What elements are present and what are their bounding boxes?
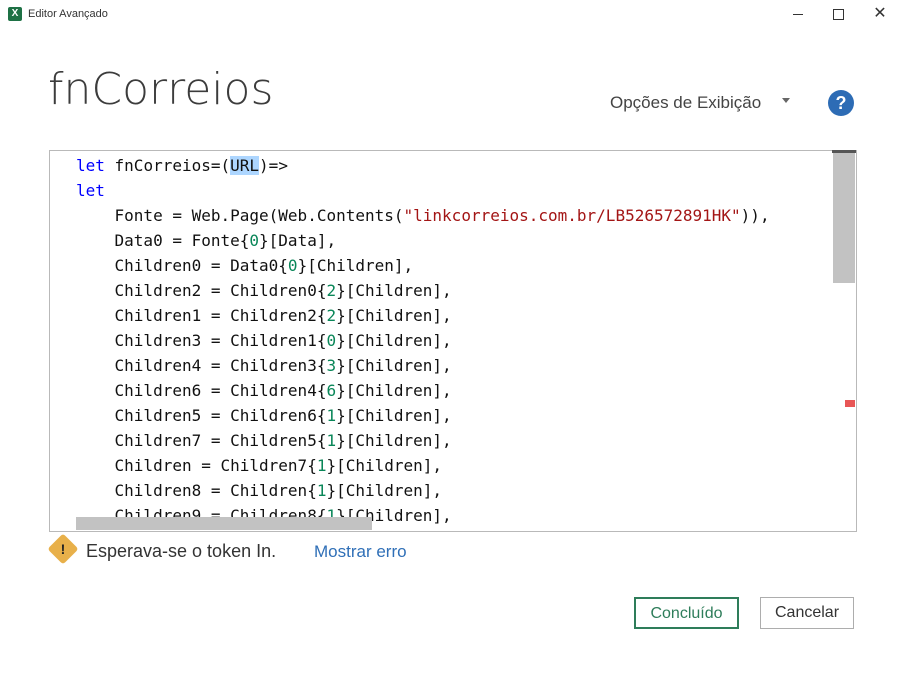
code-line[interactable]: Children3 = Children1{0}[Children], <box>76 328 770 353</box>
code-token: }[Children], <box>336 431 452 450</box>
code-token: Data0 = Fonte{ <box>76 231 250 250</box>
code-token: 3 <box>326 356 337 375</box>
code-token: Children4 = Children3{ <box>76 356 327 375</box>
code-token: Children1 = Children2{ <box>76 306 327 325</box>
query-name-title: fnCorreios <box>48 64 274 115</box>
help-icon[interactable]: ? <box>828 90 854 116</box>
code-token: Children6 = Children4{ <box>76 381 327 400</box>
code-token: }[Children], <box>336 281 452 300</box>
code-token: 1 <box>326 431 337 450</box>
code-token: }[Data], <box>259 231 337 250</box>
code-line[interactable]: Fonte = Web.Page(Web.Contents("linkcorre… <box>76 203 770 228</box>
code-line[interactable]: Children7 = Children5{1}[Children], <box>76 428 770 453</box>
code-token: )), <box>740 206 770 225</box>
code-line[interactable]: let <box>76 178 770 203</box>
show-error-link[interactable]: Mostrar erro <box>314 542 407 562</box>
error-marker <box>845 400 855 407</box>
code-text[interactable]: let fnCorreios=(URL)=> let Fonte = Web.Pa… <box>76 153 770 528</box>
code-token: 2 <box>326 306 337 325</box>
vertical-scrollbar-thumb[interactable] <box>833 153 855 283</box>
code-line[interactable]: Children6 = Children4{6}[Children], <box>76 378 770 403</box>
code-token: }[Children], <box>326 456 443 475</box>
done-button[interactable]: Concluído <box>634 597 739 629</box>
error-message: Esperava-se o token In. <box>86 541 277 561</box>
code-token: 0 <box>249 231 260 250</box>
code-token: Children = Children7{ <box>76 456 317 475</box>
code-token: fnCorreios=( <box>104 156 231 175</box>
code-token: }[Children], <box>336 306 452 325</box>
code-token: Children7 = Children5{ <box>76 431 327 450</box>
cancel-button[interactable]: Cancelar <box>760 597 854 629</box>
code-line[interactable]: Children8 = Children{1}[Children], <box>76 478 770 503</box>
horizontal-scrollbar-thumb[interactable] <box>76 517 372 530</box>
title-bar: Editor Avançado ✕ <box>0 0 900 30</box>
code-token: Children2 = Children0{ <box>76 281 327 300</box>
close-button[interactable]: ✕ <box>858 0 900 30</box>
code-line[interactable]: let fnCorreios=(URL)=> <box>76 153 770 178</box>
warning-icon <box>47 533 79 565</box>
window-title: Editor Avançado <box>28 8 108 20</box>
code-token: 0 <box>287 256 298 275</box>
code-token: URL <box>230 156 260 175</box>
code-token: let <box>76 156 105 175</box>
code-token: }[Children], <box>336 331 452 350</box>
maximize-button[interactable] <box>816 0 860 30</box>
code-token: 2 <box>326 281 337 300</box>
code-token: }[Children], <box>297 256 414 275</box>
code-token: }[Children], <box>336 356 452 375</box>
code-token: Children5 = Children6{ <box>76 406 327 425</box>
code-token: }[Children], <box>336 381 452 400</box>
code-token: Children0 = Data0{ <box>76 256 288 275</box>
code-line[interactable]: Data0 = Fonte{0}[Data], <box>76 228 770 253</box>
code-token: let <box>76 181 105 200</box>
view-options-dropdown[interactable]: Opções de Exibição <box>610 93 761 113</box>
code-line[interactable]: Children = Children7{1}[Children], <box>76 453 770 478</box>
code-token: "linkcorreios.com.br/LB526572891HK" <box>403 206 741 225</box>
code-token: }[Children], <box>326 481 443 500</box>
chevron-down-icon[interactable] <box>782 98 790 103</box>
minimize-button[interactable] <box>776 0 820 30</box>
code-token: }[Children], <box>336 406 452 425</box>
code-editor[interactable]: let fnCorreios=(URL)=> let Fonte = Web.Pa… <box>49 150 857 532</box>
code-line[interactable]: Children0 = Data0{0}[Children], <box>76 253 770 278</box>
code-token: Fonte = Web.Page(Web.Contents( <box>76 206 404 225</box>
code-token: )=> <box>259 156 288 175</box>
code-line[interactable]: Children1 = Children2{2}[Children], <box>76 303 770 328</box>
excel-app-icon <box>8 7 22 21</box>
scrollbar-top-edge <box>832 150 856 153</box>
code-token: 1 <box>326 406 337 425</box>
code-token: 0 <box>326 331 337 350</box>
code-line[interactable]: Children2 = Children0{2}[Children], <box>76 278 770 303</box>
code-token: Children8 = Children{ <box>76 481 317 500</box>
code-line[interactable]: Children5 = Children6{1}[Children], <box>76 403 770 428</box>
code-line[interactable]: Children4 = Children3{3}[Children], <box>76 353 770 378</box>
code-token: Children3 = Children1{ <box>76 331 327 350</box>
code-token: 6 <box>326 381 337 400</box>
